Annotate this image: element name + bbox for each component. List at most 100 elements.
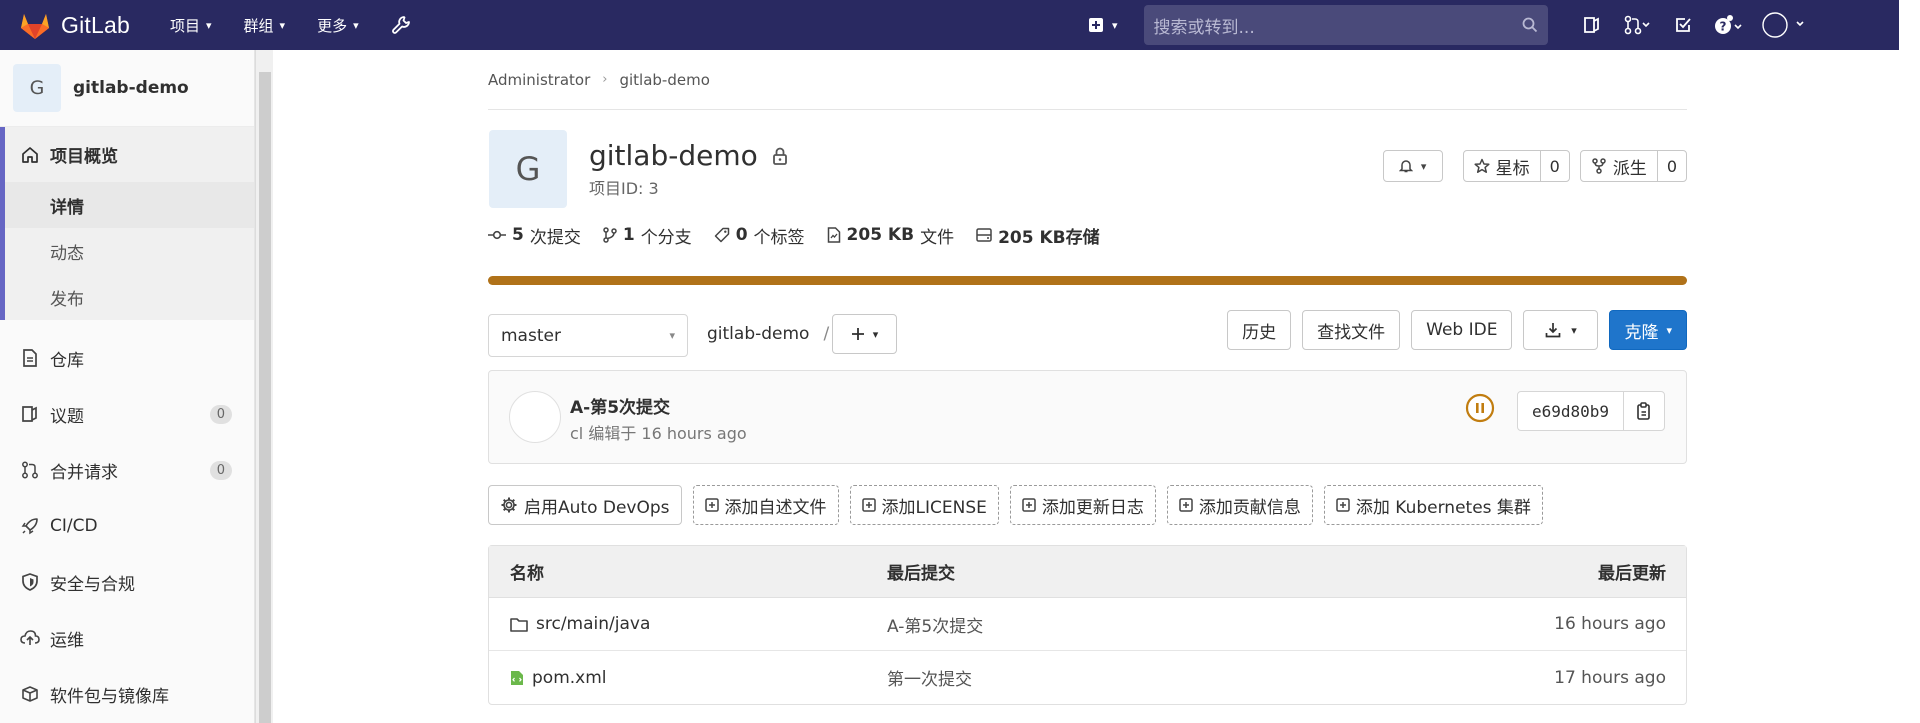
user-menu[interactable]: [1752, 10, 1822, 40]
svg-text:?: ?: [1719, 20, 1726, 34]
stat-files-value: 205 KB: [846, 225, 915, 245]
todos-shortcut[interactable]: [1660, 16, 1706, 34]
file-name-link[interactable]: pom.xml: [532, 668, 607, 688]
header-last-commit: 最后提交: [887, 564, 955, 584]
menu-more[interactable]: 更多 ▾: [317, 15, 359, 36]
issues-count-badge: 0: [209, 404, 232, 424]
sidebar-item-overview[interactable]: 项目概览: [0, 127, 254, 182]
pipeline-paused-icon: [1465, 393, 1495, 423]
merge-requests-shortcut[interactable]: [1614, 15, 1660, 35]
table-row[interactable]: src/main/java A-第5次提交 16 hours ago: [489, 598, 1686, 651]
add-contributing-button[interactable]: 添加贡献信息: [1166, 485, 1313, 525]
stat-commits[interactable]: 5 次提交: [488, 223, 581, 248]
merge-requests-count-badge: 0: [209, 460, 232, 480]
help-dropdown[interactable]: ?: [1706, 15, 1752, 35]
star-button[interactable]: 星标 0: [1462, 150, 1570, 182]
sidebar-subitem-activity[interactable]: 动态: [0, 228, 254, 274]
project-name: gitlab-demo: [589, 139, 758, 172]
plus-square-icon: [1022, 498, 1036, 512]
add-to-tree-dropdown[interactable]: ▾: [832, 314, 897, 354]
star-icon: [1474, 158, 1490, 173]
commit-meta: cl 编辑于 16 hours ago: [570, 424, 747, 443]
stat-commits-value: 5: [512, 225, 524, 245]
gear-icon: [500, 496, 518, 514]
sidebar-item-issues[interactable]: 议题 0: [0, 386, 254, 442]
repository-root-link[interactable]: gitlab-demo: [707, 324, 809, 344]
copy-icon: [1637, 402, 1650, 420]
search-input[interactable]: 搜索或转到...: [1143, 5, 1548, 45]
fork-count[interactable]: 0: [1656, 151, 1686, 181]
breadcrumb-project[interactable]: gitlab-demo: [619, 71, 709, 89]
sidebar-item-operations[interactable]: 运维: [0, 610, 254, 666]
main-content: Administrator › gitlab-demo G gitlab-dem…: [488, 50, 1687, 705]
issues-shortcut[interactable]: [1568, 15, 1614, 35]
find-file-button[interactable]: 查找文件: [1302, 310, 1401, 350]
chevron-down-icon: ▾: [279, 18, 286, 32]
add-license-button[interactable]: 添加LICENSE: [849, 485, 999, 525]
add-readme-button[interactable]: 添加自述文件: [692, 485, 839, 525]
commit-sha[interactable]: e69d80b9: [1518, 392, 1624, 430]
sidebar-subitem-releases[interactable]: 发布: [0, 274, 254, 320]
fork-label-wrap[interactable]: 派生: [1581, 151, 1657, 181]
fork-button[interactable]: 派生 0: [1579, 150, 1687, 182]
quick-action-label: 添加 Kubernetes 集群: [1355, 497, 1531, 518]
menu-more-label: 更多: [317, 16, 348, 35]
stat-files[interactable]: 205 KB 文件: [827, 223, 954, 248]
plus-square-icon: [1089, 18, 1103, 32]
scrollbar-thumb[interactable]: [259, 72, 271, 723]
web-ide-button[interactable]: Web IDE: [1411, 310, 1513, 350]
sidebar-item-merge-requests[interactable]: 合并请求 0: [0, 442, 254, 498]
sidebar-group-overview: 项目概览 详情 动态 发布: [0, 127, 254, 320]
navbar-icons: ?: [1568, 10, 1822, 40]
todo-done-icon: [1675, 18, 1691, 32]
copy-sha-button[interactable]: [1624, 392, 1664, 430]
file-name-cell: src/main/java: [489, 614, 887, 634]
issues-icon: [1583, 17, 1599, 33]
header-name: 名称: [510, 564, 544, 584]
stat-storage[interactable]: 205 KB存储: [976, 223, 1106, 248]
language-bar[interactable]: [488, 276, 1687, 285]
gitlab-logo[interactable]: GitLab: [19, 10, 130, 40]
branch-selector[interactable]: master ▾: [488, 314, 688, 357]
quick-action-label: 添加LICENSE: [881, 497, 987, 518]
breadcrumb-owner[interactable]: Administrator: [488, 71, 590, 89]
sidebar-item-repository[interactable]: 仓库: [0, 330, 254, 386]
sidebar-subitem-label: 详情: [50, 197, 84, 218]
sidebar-scrollbar[interactable]: [255, 50, 273, 723]
sidebar-item-packages[interactable]: 软件包与镜像库: [0, 666, 254, 722]
sidebar-item-label: 项目概览: [50, 147, 118, 167]
clone-dropdown[interactable]: 克隆 ▾: [1609, 310, 1687, 350]
enable-auto-devops-button[interactable]: 启用Auto DevOps: [488, 485, 682, 525]
add-kubernetes-cluster-button[interactable]: 添加 Kubernetes 集群: [1323, 485, 1543, 525]
stat-branches[interactable]: 1 个分支: [603, 223, 692, 248]
sidebar-item-label: 议题: [50, 406, 84, 427]
sidebar-item-security[interactable]: 安全与合规: [0, 554, 254, 610]
notification-dropdown[interactable]: ▾: [1382, 150, 1443, 182]
project-avatar: G: [13, 64, 61, 112]
menu-groups[interactable]: 群组 ▾: [244, 15, 286, 36]
commit-author-avatar[interactable]: [509, 391, 561, 443]
add-changelog-button[interactable]: 添加更新日志: [1009, 485, 1156, 525]
download-dropdown[interactable]: ▾: [1523, 310, 1599, 350]
file-last-commit[interactable]: A-第5次提交: [887, 612, 1386, 637]
new-dropdown[interactable]: ▾: [1088, 17, 1118, 33]
file-last-update: 17 hours ago: [1554, 667, 1666, 688]
project-sidebar: G gitlab-demo 项目概览 详情 动态 发布 仓库 议题 0 合并请求…: [0, 50, 255, 723]
admin-area-link[interactable]: [391, 15, 411, 35]
sidebar-item-cicd[interactable]: CI/CD: [0, 498, 254, 554]
menu-projects[interactable]: 项目 ▾: [170, 15, 212, 36]
file-name-link[interactable]: src/main/java: [536, 614, 650, 634]
stat-tags[interactable]: 0 个标签: [714, 223, 805, 248]
sidebar-subitem-details[interactable]: 详情: [0, 182, 254, 228]
storage-icon: [976, 228, 992, 242]
rocket-icon: [20, 517, 40, 535]
sidebar-item-label: 合并请求: [50, 462, 118, 483]
file-last-commit[interactable]: 第一次提交: [887, 665, 1386, 690]
history-button[interactable]: 历史: [1227, 310, 1292, 350]
star-count[interactable]: 0: [1539, 151, 1569, 181]
sidebar-project-header[interactable]: G gitlab-demo: [0, 50, 254, 127]
commit-title[interactable]: A-第5次提交: [570, 393, 670, 418]
table-row[interactable]: pom.xml 第一次提交 17 hours ago: [489, 651, 1686, 704]
star-label-wrap[interactable]: 星标: [1464, 151, 1540, 181]
pipeline-status[interactable]: [1465, 393, 1495, 423]
